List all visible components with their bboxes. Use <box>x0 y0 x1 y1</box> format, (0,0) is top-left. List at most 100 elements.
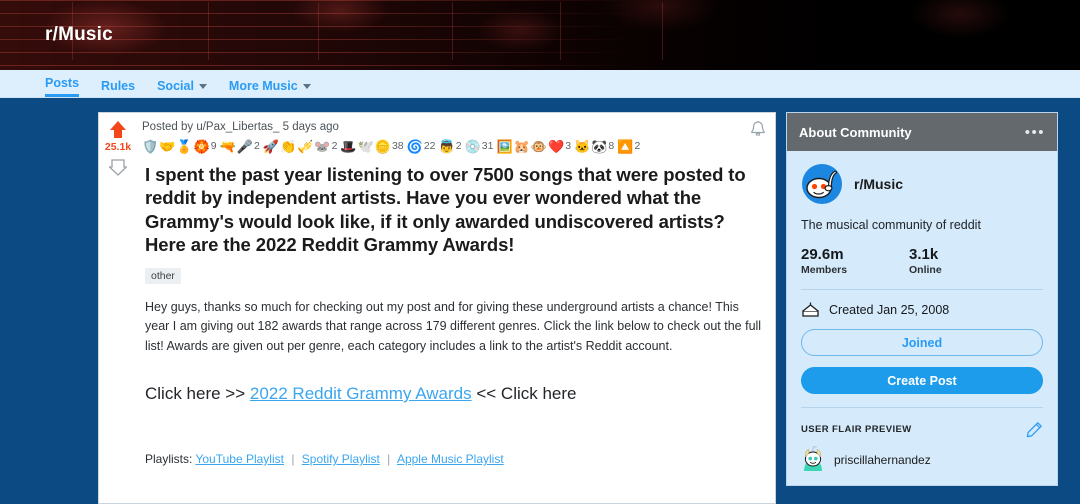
nav-tab-posts[interactable]: Posts <box>45 76 80 97</box>
chevron-down-icon <box>198 83 207 89</box>
divider <box>801 289 1043 290</box>
snoo-clap-award: 🐹 <box>513 138 530 154</box>
award-badge[interactable]: 💿 31 <box>465 140 496 153</box>
award-badge[interactable]: ❤️ 3 <box>548 140 573 153</box>
upvote-award: 🔼 <box>617 138 634 154</box>
sidebar-column: About Community ••• r/Music The musical … <box>786 98 1080 504</box>
award-badge[interactable]: 🖼️ <box>496 140 512 153</box>
silver-coin-award: 🪙 <box>374 138 391 154</box>
award-badge[interactable]: 🏅 <box>176 140 192 153</box>
grammy-awards-link[interactable]: 2022 Reddit Grammy Awards <box>250 384 472 403</box>
create-post-button[interactable]: Create Post <box>801 367 1043 394</box>
edit-pencil-icon[interactable] <box>1026 421 1043 438</box>
award-badge[interactable]: 🎤 2 <box>237 140 262 153</box>
bravo-award: 🎤 <box>236 138 253 154</box>
user-flair-preview-header: USER FLAIR PREVIEW <box>801 421 1043 438</box>
award-count: 2 <box>455 140 462 152</box>
overflow-menu-icon[interactable]: ••• <box>1025 124 1045 141</box>
playlist-separator: | <box>387 452 391 467</box>
snoo-silver-award: 💿 <box>464 138 481 154</box>
silver-award: 🏵️ <box>193 138 210 154</box>
vote-column: 25.1k <box>99 113 137 503</box>
community-stats: 29.6m Members 3.1k Online <box>801 246 1043 276</box>
post-byline: Posted by u/Pax_Libertas_ 5 days ago <box>142 121 339 133</box>
members-stat: 29.6m Members <box>801 246 909 276</box>
award-badge[interactable]: 🪙 38 <box>375 140 406 153</box>
online-stat: 3.1k Online <box>909 246 1017 276</box>
award-badge[interactable]: 🔫 <box>220 140 236 153</box>
nav-tab-social[interactable]: Social <box>157 79 207 97</box>
gold-award: 🏅 <box>176 138 193 154</box>
upvote-arrow-icon[interactable] <box>110 121 126 138</box>
post-cta-line: Click here >> 2022 Reddit Grammy Awards … <box>145 384 762 404</box>
cta-prefix-text: Click here >> <box>145 384 250 404</box>
downvote-arrow-icon[interactable] <box>109 159 127 176</box>
playlist-separator: | <box>291 452 295 467</box>
online-count: 3.1k <box>909 246 939 263</box>
award-badge[interactable]: 👼 2 <box>439 140 464 153</box>
joined-button[interactable]: Joined <box>801 329 1043 356</box>
notification-bell-icon[interactable] <box>749 120 767 140</box>
divider <box>801 407 1043 408</box>
nav-tab-social-label: Social <box>157 79 194 93</box>
starstruck-award: 👏 <box>280 138 297 154</box>
user-avatar <box>804 446 822 471</box>
apple-music-playlist-link[interactable]: Apple Music Playlist <box>397 452 504 466</box>
award-count: 3 <box>565 140 572 152</box>
dove-award: 🕊️ <box>357 138 374 154</box>
page-body: 25.1k Posted by u/Pax_Libertas_ 5 days a… <box>0 98 1080 504</box>
playlists-line: Playlists: YouTube Playlist | Spotify Pl… <box>145 452 762 466</box>
award-badge[interactable]: 🐱 <box>574 140 590 153</box>
user-flair-preview-label: USER FLAIR PREVIEW <box>801 424 912 435</box>
members-label: Members <box>801 264 848 276</box>
award-badge[interactable]: 🎺 <box>297 140 313 153</box>
members-count: 29.6m <box>801 246 844 263</box>
award-count: 2 <box>634 140 641 152</box>
youtube-playlist-link[interactable]: YouTube Playlist <box>195 452 284 466</box>
award-badge[interactable]: 🚀 <box>263 140 279 153</box>
about-community-body: r/Music The musical community of reddit … <box>787 151 1057 485</box>
spotify-playlist-link[interactable]: Spotify Playlist <box>302 452 380 466</box>
table-flip-award: 🖼️ <box>496 138 513 154</box>
wholesome-award: 🤝 <box>159 138 176 154</box>
award-count: 2 <box>331 140 338 152</box>
award-badge[interactable]: 🐼 8 <box>591 140 616 153</box>
award-badge[interactable]: 🌀 22 <box>407 140 438 153</box>
award-badge[interactable]: 🐭 2 <box>314 140 339 153</box>
nav-tab-rules-label: Rules <box>101 79 136 93</box>
community-description: The musical community of reddit <box>801 218 981 232</box>
award-badge[interactable]: 🐵 <box>531 140 547 153</box>
post-card: 25.1k Posted by u/Pax_Libertas_ 5 days a… <box>98 112 776 504</box>
award-badge[interactable]: 👏 <box>280 140 296 153</box>
nav-tab-more-music[interactable]: More Music <box>229 79 311 97</box>
award-badge[interactable]: 🔼 2 <box>617 140 642 153</box>
subreddit-banner: r/Music <box>0 0 1080 70</box>
community-identity-row: r/Music <box>801 163 1043 205</box>
award-count: 38 <box>391 140 404 152</box>
subreddit-title: r/Music <box>45 24 113 45</box>
take-my-energy-award: 🚀 <box>262 138 279 154</box>
award-badge[interactable]: 🤝 <box>159 140 175 153</box>
snowflake-award: 🌀 <box>406 138 423 154</box>
post-title[interactable]: I spent the past year listening to over … <box>145 163 762 257</box>
cat-award: 🐱 <box>574 138 591 154</box>
post-body-text: Hey guys, thanks so much for checking ou… <box>145 299 762 353</box>
chevron-down-icon <box>302 83 311 89</box>
award-badge[interactable]: 🏵️ 9 <box>194 140 219 153</box>
award-badge[interactable]: 🛡️ <box>142 140 158 153</box>
post-flair-tag[interactable]: other <box>145 267 181 284</box>
about-community-header: About Community ••• <box>787 113 1057 151</box>
post-content: Posted by u/Pax_Libertas_ 5 days ago 🛡️ 🤝… <box>137 113 775 503</box>
award-badge[interactable]: 🕊️ <box>358 140 374 153</box>
nav-tab-rules[interactable]: Rules <box>101 79 135 97</box>
user-flair-username: priscillahernandez <box>834 453 931 467</box>
about-community-card: About Community ••• r/Music The musical … <box>786 112 1058 486</box>
snoo-hug-award: 🐼 <box>591 138 608 154</box>
rocket-like-award: 🔫 <box>219 138 236 154</box>
award-badges-row: 🛡️ 🤝 🏅 🏵️ 9 🔫 🎤 2 🚀 👏 🎺 🐭 2 🎩 🕊️ 🪙 38 🌀 22 👼 2 💿 31 🖼️ 🐹 🐵 ❤️ 3 🐱 🐼 8 🔼… <box>142 136 765 156</box>
award-badge[interactable]: 🎩 <box>340 140 356 153</box>
subreddit-nav: Posts Rules Social More Music <box>0 70 1080 98</box>
nav-tab-more-music-label: More Music <box>228 79 298 93</box>
award-badge[interactable]: 🐹 <box>514 140 530 153</box>
created-row: Created Jan 25, 2008 <box>801 301 1043 318</box>
